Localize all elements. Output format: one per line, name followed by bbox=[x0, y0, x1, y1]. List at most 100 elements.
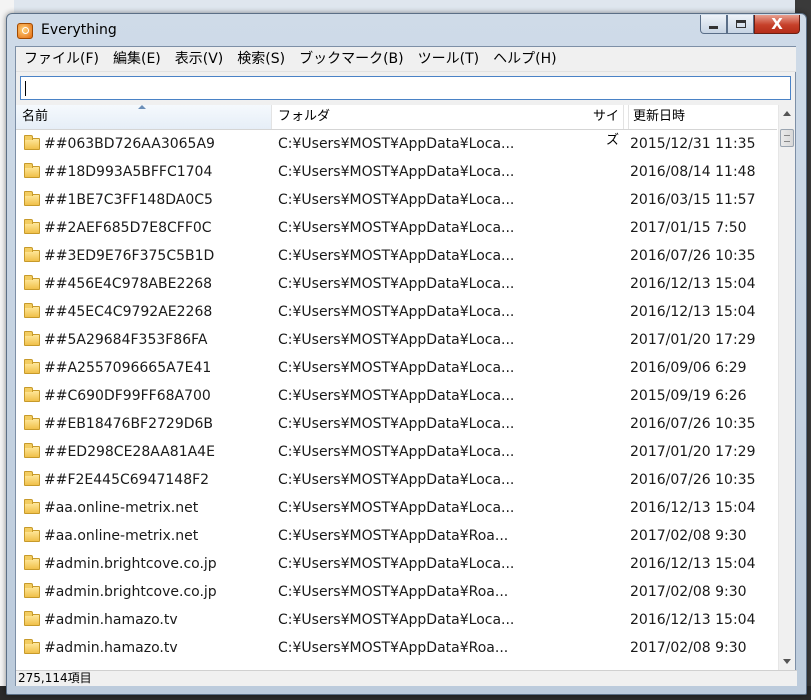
menu-bar: ファイル(F) 編集(E) 表示(V) 検索(S) ブックマーク(B) ツール(… bbox=[16, 47, 796, 72]
folder-icon bbox=[24, 303, 40, 318]
cell-folder: C:¥Users¥MOST¥AppData¥Roa... bbox=[278, 640, 509, 656]
cell-date-modified: 2016/12/13 15:04 bbox=[630, 304, 756, 320]
cell-date-modified: 2016/08/14 11:48 bbox=[630, 164, 756, 180]
table-row[interactable]: ##456E4C978ABE2268 C:¥Users¥MOST¥AppData¥… bbox=[16, 270, 777, 298]
maximize-button[interactable] bbox=[727, 15, 754, 34]
cell-date-modified: 2016/07/26 10:35 bbox=[630, 416, 756, 432]
table-row[interactable]: ##ED298CE28AA81A4E C:¥Users¥MOST¥AppData¥… bbox=[16, 438, 777, 466]
everything-app-icon[interactable] bbox=[17, 23, 33, 39]
folder-icon bbox=[24, 275, 40, 290]
table-row[interactable]: #aa.online-metrix.net C:¥Users¥MOST¥AppDa… bbox=[16, 522, 777, 550]
cell-date-modified: 2017/02/08 9:30 bbox=[630, 584, 747, 600]
search-input[interactable] bbox=[20, 76, 791, 100]
cell-name: #admin.brightcove.co.jp bbox=[44, 556, 217, 572]
table-row[interactable]: ##2AEF685D7E8CFF0C C:¥Users¥MOST¥AppData¥… bbox=[16, 214, 777, 242]
cell-name: ##EB18476BF2729D6B bbox=[44, 416, 214, 432]
folder-icon bbox=[24, 415, 40, 430]
cell-date-modified: 2017/01/20 17:29 bbox=[630, 444, 756, 460]
scroll-down-icon[interactable] bbox=[783, 659, 791, 664]
cell-date-modified: 2016/07/26 10:35 bbox=[630, 248, 756, 264]
close-button[interactable]: X bbox=[754, 15, 800, 34]
cell-name: ##063BD726AA3065A9 bbox=[44, 136, 215, 152]
cell-folder: C:¥Users¥MOST¥AppData¥Loca... bbox=[278, 136, 515, 152]
table-row[interactable]: ##C690DF99FF68A700 C:¥Users¥MOST¥AppData¥… bbox=[16, 382, 777, 410]
scrollbar-thumb[interactable] bbox=[780, 129, 794, 147]
table-row[interactable]: ##1BE7C3FF148DA0C5 C:¥Users¥MOST¥AppData¥… bbox=[16, 186, 777, 214]
cell-name: #aa.online-metrix.net bbox=[44, 528, 199, 544]
column-header-name[interactable]: 名前 bbox=[16, 105, 272, 129]
folder-icon bbox=[24, 191, 40, 206]
cell-name: ##45EC4C9792AE2268 bbox=[44, 304, 213, 320]
cell-folder: C:¥Users¥MOST¥AppData¥Loca... bbox=[278, 192, 515, 208]
cell-folder: C:¥Users¥MOST¥AppData¥Loca... bbox=[278, 332, 515, 348]
table-row[interactable]: ##F2E445C6947148F2 C:¥Users¥MOST¥AppData¥… bbox=[16, 466, 777, 494]
folder-icon bbox=[24, 163, 40, 178]
cell-date-modified: 2017/01/15 7:50 bbox=[630, 220, 747, 236]
cell-date-modified: 2017/02/08 9:30 bbox=[630, 640, 747, 656]
table-row[interactable]: ##063BD726AA3065A9 C:¥Users¥MOST¥AppData¥… bbox=[16, 130, 777, 158]
menu-search[interactable]: 検索(S) bbox=[230, 47, 292, 71]
table-row[interactable]: ##EB18476BF2729D6B C:¥Users¥MOST¥AppData¥… bbox=[16, 410, 777, 438]
scroll-up-icon[interactable] bbox=[783, 111, 791, 116]
column-header-date-modified[interactable]: 更新日時 bbox=[628, 105, 685, 129]
table-row[interactable]: ##3ED9E76F375C5B1D C:¥Users¥MOST¥AppData¥… bbox=[16, 242, 777, 270]
window-controls: X bbox=[700, 15, 800, 36]
cell-name: ##3ED9E76F375C5B1D bbox=[44, 248, 215, 264]
folder-icon bbox=[24, 555, 40, 570]
column-header-folder[interactable]: フォルダ bbox=[272, 105, 624, 129]
cell-date-modified: 2016/09/06 6:29 bbox=[630, 360, 747, 376]
menu-help[interactable]: ヘルプ(H) bbox=[486, 47, 563, 71]
cell-name: #admin.hamazo.tv bbox=[44, 612, 178, 628]
folder-icon bbox=[24, 219, 40, 234]
menu-view[interactable]: 表示(V) bbox=[168, 47, 231, 71]
cell-name: #admin.brightcove.co.jp bbox=[44, 584, 217, 600]
table-row[interactable]: #admin.brightcove.co.jp C:¥Users¥MOST¥App… bbox=[16, 578, 777, 606]
search-bar bbox=[16, 72, 795, 105]
folder-icon bbox=[24, 443, 40, 458]
close-icon: X bbox=[771, 15, 783, 33]
cell-folder: C:¥Users¥MOST¥AppData¥Loca... bbox=[278, 248, 515, 264]
minimize-button[interactable] bbox=[700, 15, 727, 34]
table-row[interactable]: #admin.hamazo.tv C:¥Users¥MOST¥AppData¥Lo… bbox=[16, 606, 777, 634]
cell-folder: C:¥Users¥MOST¥AppData¥Loca... bbox=[278, 304, 515, 320]
folder-icon bbox=[24, 527, 40, 542]
cell-folder: C:¥Users¥MOST¥AppData¥Roa... bbox=[278, 584, 509, 600]
menu-tools[interactable]: ツール(T) bbox=[411, 47, 486, 71]
client-area: ファイル(F) 編集(E) 表示(V) 検索(S) ブックマーク(B) ツール(… bbox=[15, 46, 797, 686]
cell-folder: C:¥Users¥MOST¥AppData¥Loca... bbox=[278, 500, 515, 516]
cell-name: #admin.hamazo.tv bbox=[44, 640, 178, 656]
folder-icon bbox=[24, 247, 40, 262]
cell-folder: C:¥Users¥MOST¥AppData¥Loca... bbox=[278, 220, 515, 236]
table-row[interactable]: #admin.hamazo.tv C:¥Users¥MOST¥AppData¥Ro… bbox=[16, 634, 777, 662]
cell-name: ##ED298CE28AA81A4E bbox=[44, 444, 215, 460]
status-bar: 275,114項目 bbox=[16, 670, 797, 686]
cell-date-modified: 2015/12/31 11:35 bbox=[630, 136, 756, 152]
cell-folder: C:¥Users¥MOST¥AppData¥Loca... bbox=[278, 416, 515, 432]
minimize-icon bbox=[709, 26, 718, 29]
menu-bookmarks[interactable]: ブックマーク(B) bbox=[292, 47, 411, 71]
table-row[interactable]: ##45EC4C9792AE2268 C:¥Users¥MOST¥AppData¥… bbox=[16, 298, 777, 326]
window-title: Everything bbox=[41, 22, 117, 38]
menu-edit[interactable]: 編集(E) bbox=[106, 47, 168, 71]
item-count: 275,114項目 bbox=[18, 671, 92, 685]
cell-name: ##2AEF685D7E8CFF0C bbox=[44, 220, 212, 236]
maximize-icon bbox=[735, 20, 746, 28]
table-row[interactable]: #admin.brightcove.co.jp C:¥Users¥MOST¥App… bbox=[16, 550, 777, 578]
table-row[interactable]: ##A2557096665A7E41 C:¥Users¥MOST¥AppData¥… bbox=[16, 354, 777, 382]
sort-ascending-icon bbox=[138, 105, 146, 109]
cell-date-modified: 2017/02/08 9:30 bbox=[630, 528, 747, 544]
title-bar[interactable]: Everything X bbox=[7, 14, 806, 46]
cell-date-modified: 2016/03/15 11:57 bbox=[630, 192, 756, 208]
table-row[interactable]: ##5A29684F353F86FA C:¥Users¥MOST¥AppData¥… bbox=[16, 326, 777, 354]
folder-icon bbox=[24, 387, 40, 402]
vertical-scrollbar[interactable] bbox=[778, 105, 795, 670]
folder-icon bbox=[24, 639, 40, 654]
menu-file[interactable]: ファイル(F) bbox=[17, 47, 106, 71]
table-row[interactable]: #aa.online-metrix.net C:¥Users¥MOST¥AppDa… bbox=[16, 494, 777, 522]
cell-date-modified: 2015/09/19 6:26 bbox=[630, 388, 747, 404]
cell-date-modified: 2016/12/13 15:04 bbox=[630, 612, 756, 628]
cell-date-modified: 2017/01/20 17:29 bbox=[630, 332, 756, 348]
cell-folder: C:¥Users¥MOST¥AppData¥Loca... bbox=[278, 164, 515, 180]
table-row[interactable]: ##18D993A5BFFC1704 C:¥Users¥MOST¥AppData¥… bbox=[16, 158, 777, 186]
cell-folder: C:¥Users¥MOST¥AppData¥Loca... bbox=[278, 472, 515, 488]
